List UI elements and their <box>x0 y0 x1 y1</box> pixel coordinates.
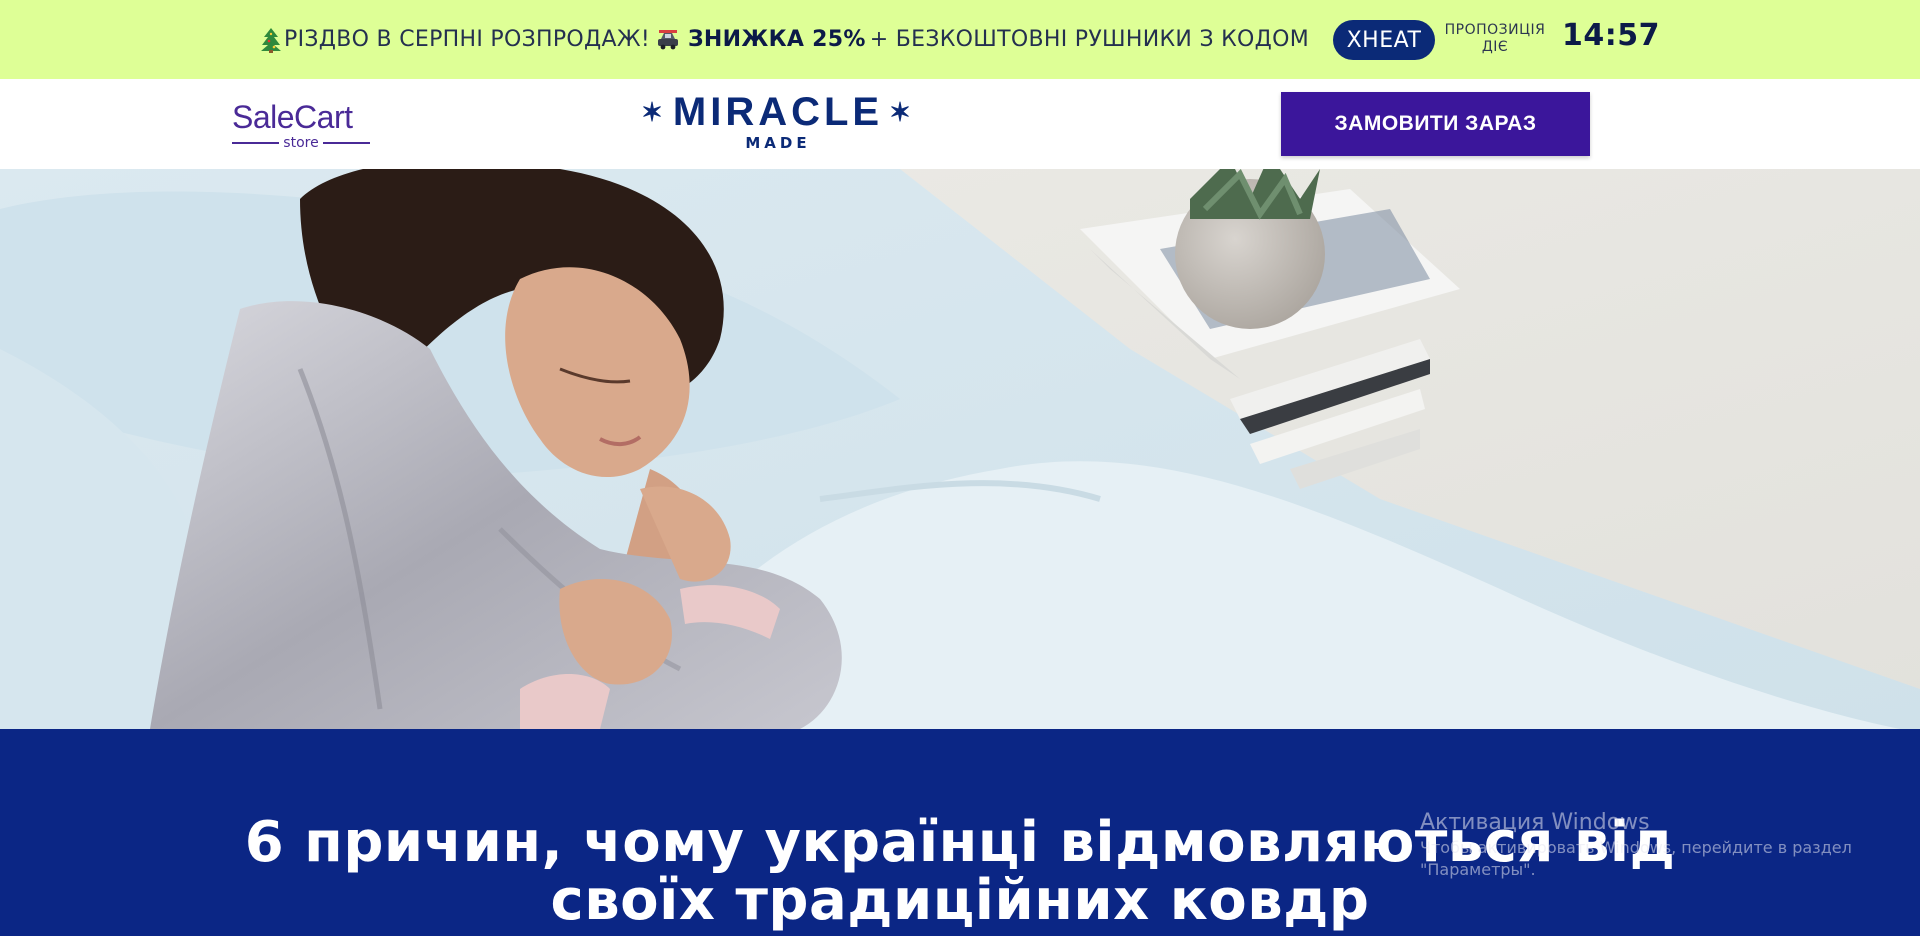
woman-sleeping-photo <box>0 169 1920 729</box>
store-logo-sub-text: store <box>283 135 319 151</box>
offer-valid-label: ПРОПОЗИЦІЯ ДІЄ <box>1443 22 1547 56</box>
watermark-subtitle: Чтобы активировать Windows, перейдите в … <box>1420 838 1852 879</box>
site-header: SaleCart store ✶ MIRACLE ✶ MADE ЗАМОВИТИ… <box>0 79 1920 169</box>
offer-label-line1: ПРОПОЗИЦІЯ <box>1444 22 1546 38</box>
hero-image <box>0 169 1920 729</box>
promo-text-group: РІЗДВО В СЕРПНІ РОЗПРОДАЖ! ЗНИЖКА 25% + … <box>260 0 1309 79</box>
promo-text: РІЗДВО В СЕРПНІ РОЗПРОДАЖ! ЗНИЖКА 25% + … <box>260 27 1309 53</box>
article-headline-section: 6 причин, чому українці відмовляються ві… <box>0 729 1920 936</box>
christmas-tree-icon <box>261 27 281 53</box>
promo-code-badge[interactable]: XHEAT <box>1333 20 1435 60</box>
promo-free-towels: + БЕЗКОШТОВНІ РУШНИКИ З КОДОМ <box>869 27 1310 52</box>
car-icon <box>658 29 678 49</box>
promo-headline: РІЗДВО В СЕРПНІ РОЗПРОДАЖ! <box>284 27 650 52</box>
brand-logo-top: ✶ MIRACLE ✶ <box>641 89 911 135</box>
offer-label-line2: ДІЄ <box>1481 39 1509 55</box>
promo-banner: РІЗДВО В СЕРПНІ РОЗПРОДАЖ! ЗНИЖКА 25% + … <box>0 0 1920 79</box>
promo-discount: ЗНИЖКА 25% <box>688 27 866 52</box>
salecart-store-logo[interactable]: SaleCart store <box>232 99 372 151</box>
watermark-title: Активация Windows <box>1420 810 1650 835</box>
windows-activation-watermark: Активация Windows Чтобы активировать Win… <box>1420 809 1900 881</box>
order-now-button[interactable]: ЗАМОВИТИ ЗАРАЗ <box>1281 92 1590 156</box>
store-logo-main: SaleCart <box>232 99 353 135</box>
store-logo-sub: store <box>232 135 371 151</box>
countdown-timer: 14:57 <box>1562 18 1660 53</box>
star-icon: ✶ <box>641 97 667 127</box>
star-icon: ✶ <box>889 97 915 127</box>
brand-logo-bottom: MADE <box>745 134 811 152</box>
miracle-made-logo[interactable]: ✶ MIRACLE ✶ MADE <box>641 89 911 153</box>
brand-logo-word: MIRACLE <box>672 90 884 134</box>
